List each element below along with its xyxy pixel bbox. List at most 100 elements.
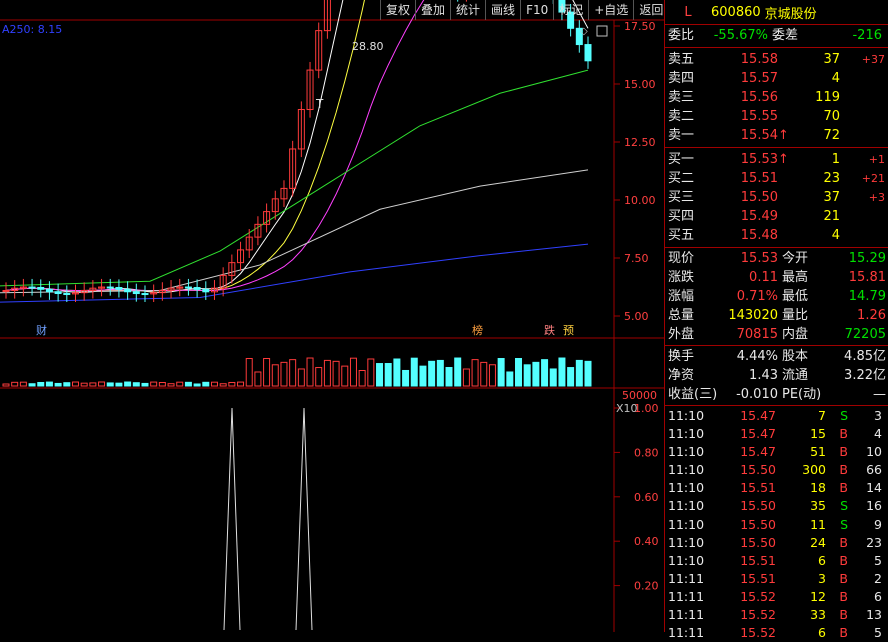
sells-row[interactable]: 卖一 15.54 ↑ 72	[665, 126, 888, 145]
candle-body	[2, 289, 10, 292]
quote-row: 现价 15.53 今开 15.29	[668, 251, 886, 266]
volume-bar	[11, 381, 19, 387]
volume-bar	[480, 361, 488, 387]
volume-bar	[315, 367, 323, 387]
quote-row: 涨幅 0.71% 最低 14.79	[668, 289, 886, 304]
volume-bar	[54, 382, 62, 387]
sells-row[interactable]: 卖二 15.55 70	[665, 107, 888, 126]
tick-row: 11:11 15.52 12 B 6	[668, 588, 882, 604]
tick-row: 11:10 15.50 24 B 23	[668, 534, 882, 550]
marker-yu[interactable]: 预	[563, 324, 574, 337]
stock-flag: L	[684, 4, 692, 20]
volume-bar	[167, 383, 175, 387]
volume-bar	[89, 382, 97, 387]
candle-body	[124, 288, 132, 293]
volume-bar	[567, 367, 575, 387]
buys-row[interactable]: 买四 15.49 21	[665, 207, 888, 226]
volume-bar	[150, 381, 158, 387]
volume-bar	[115, 382, 123, 387]
window-button-icon[interactable]	[596, 25, 608, 37]
osc-tick: 1.00	[634, 402, 659, 415]
volume-bar	[323, 359, 331, 387]
tick-row: 11:10 15.47 15 B 4	[668, 426, 882, 442]
price-tick: 7.50	[624, 252, 649, 265]
volume-bar	[237, 381, 245, 387]
candle-body	[37, 286, 45, 290]
sells-row[interactable]: 卖三 15.56 119	[665, 88, 888, 107]
stock-name: 京城股份	[764, 6, 817, 22]
candle-body	[184, 286, 192, 289]
price-tick: 12.50	[624, 136, 656, 149]
volume-bar	[271, 364, 279, 387]
toolbar-btn-6[interactable]: +自选	[588, 0, 633, 20]
tick-row: 11:10 15.50 11 S 9	[668, 516, 882, 532]
volume-bar	[141, 382, 149, 387]
candle-body	[141, 293, 149, 296]
volume-bar	[219, 383, 227, 387]
osc-tick: 0.60	[634, 491, 659, 504]
quote-panel: L 600860 京城股份 委比 -55.67% 委差 -216 卖五 15.58…	[664, 0, 888, 640]
diamond-icon[interactable]: ◇	[580, 26, 588, 37]
volume-bar	[2, 383, 10, 387]
vol-axis-value: 50000	[622, 389, 657, 402]
tick-row: 11:10 15.50 35 S 16	[668, 498, 882, 514]
stock-code: 600860	[711, 4, 761, 20]
volume-bar	[184, 381, 192, 387]
toolbar-btn-5[interactable]: 标记	[553, 0, 588, 20]
buys-row[interactable]: 买一 15.53 ↑ 1 +1	[665, 150, 888, 169]
kline-chart[interactable]: 25.0022.5020.0017.5015.0012.5010.007.505…	[0, 0, 664, 632]
volume-bar	[28, 383, 36, 387]
marker-cai[interactable]: 财	[36, 323, 47, 337]
candle-body	[63, 293, 71, 296]
volume-bar	[71, 381, 79, 387]
volume-bar	[584, 360, 592, 387]
volume-bar	[132, 382, 140, 387]
ma-line	[5, 0, 365, 292]
vol-axis-unit: X10	[616, 402, 638, 415]
volume-bar	[419, 365, 427, 387]
toolbar-btn-0[interactable]: 复权	[380, 0, 415, 20]
osc-tick: 0.20	[634, 580, 659, 593]
buys-row[interactable]: 买二 15.51 23 +21	[665, 169, 888, 188]
volume-bar	[19, 381, 27, 387]
volume-bar	[410, 357, 418, 387]
volume-bar	[515, 358, 523, 387]
volume-bar	[176, 381, 184, 387]
volume-bar	[523, 364, 531, 387]
tick-row: 11:11 15.52 33 B 13	[668, 607, 882, 623]
toolbar-btn-1[interactable]: 叠加	[415, 0, 450, 20]
candle-body	[28, 286, 36, 289]
volume-bar	[98, 381, 106, 387]
toolbar-btn-4[interactable]: F10	[520, 0, 553, 20]
price-tick: 17.50	[624, 20, 656, 33]
volume-bar	[280, 361, 288, 387]
tick-row: 11:10 15.51 18 B 14	[668, 480, 882, 496]
price-tick: 10.00	[624, 194, 656, 207]
volume-bar	[384, 363, 392, 387]
quote-row: 总量 143020 量比 1.26	[668, 308, 886, 323]
volume-bar	[462, 368, 470, 387]
sells-row[interactable]: 卖五 15.58 37 +37	[665, 50, 888, 69]
weibi-row: 委比 -55.67% 委差 -216	[665, 25, 888, 48]
marker-bang[interactable]: 榜	[472, 323, 483, 337]
stats-row: 换手 4.44% 股本 4.85亿	[668, 349, 886, 364]
sells-row[interactable]: 卖四 15.57 4	[665, 69, 888, 88]
volume-bar	[341, 365, 349, 387]
buys-row[interactable]: 买三 15.50 37 +3	[665, 188, 888, 207]
volume-bar	[245, 358, 253, 387]
candle-body	[54, 291, 62, 295]
volume-bar	[358, 370, 366, 387]
volume-bar	[263, 358, 271, 387]
toolbar-btn-3[interactable]: 画线	[485, 0, 520, 20]
buys-row[interactable]: 买五 15.48 4	[665, 226, 888, 245]
buy-orders: 买一 15.53 ↑ 1 +1 买二 15.51 23 +21 买三 15.50 37 +3 买四 15.4…	[665, 148, 888, 248]
toolbar-btn-2[interactable]: 统计	[450, 0, 485, 20]
marker-dieting[interactable]: 跌	[544, 323, 555, 337]
volume-bar	[124, 381, 132, 387]
volume-bar	[228, 381, 236, 387]
osc-tick: 0.40	[634, 535, 659, 548]
sell-orders: 卖五 15.58 37 +37 卖四 15.57 4 卖三 15.56 119 卖二 15.55 70 卖…	[665, 48, 888, 148]
osc-spike	[223, 407, 241, 631]
tick-row: 11:10 15.47 51 B 10	[668, 444, 882, 460]
volume-bar	[471, 359, 479, 387]
